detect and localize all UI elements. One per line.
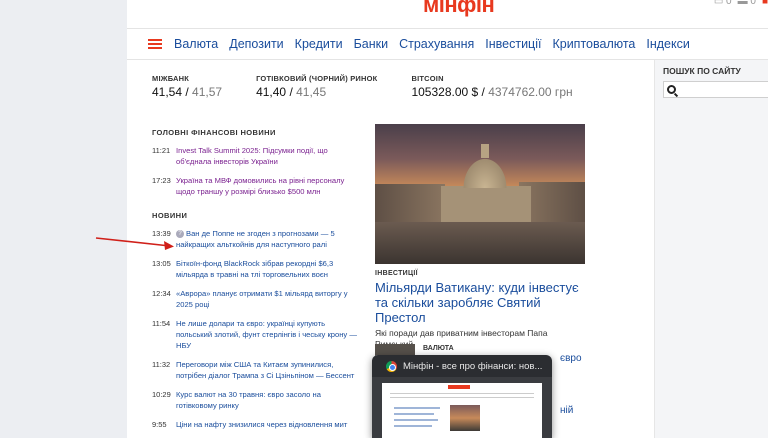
rate-buy: 105328.00 $ bbox=[411, 85, 479, 99]
rate-cash-market[interactable]: ГОТІВКОВИЙ (ЧОРНИЙ) РИНОК 41,40 / 41,45 bbox=[256, 74, 377, 99]
search-label: ПОШУК ПО САЙТУ bbox=[663, 66, 741, 76]
vatican-photo[interactable] bbox=[375, 124, 585, 264]
list-item[interactable]: 17:23 Україна та МВФ домовились на рівні… bbox=[152, 175, 362, 197]
news-headline[interactable]: Ціни на нафту знизилися через відновленн… bbox=[176, 419, 347, 430]
feature-article[interactable]: ІНВЕСТИЦІЇ Мільярди Ватикану: куди інвес… bbox=[375, 124, 585, 350]
list-item[interactable]: 11:32 Переговори між США та Китаєм зупин… bbox=[152, 359, 362, 381]
news-time: 13:05 bbox=[152, 259, 171, 268]
tab-hover-preview[interactable]: Мінфін - все про фінанси: нов... bbox=[372, 355, 552, 438]
mini-divider bbox=[390, 397, 534, 398]
wallet-icon[interactable]: ▭ 0 bbox=[714, 0, 732, 7]
list-item[interactable]: 11:21 Invest Talk Summit 2025: Підсумки … bbox=[152, 145, 362, 167]
nav-item-valuta[interactable]: Валюта bbox=[174, 37, 218, 51]
nav-item-credits[interactable]: Кредити bbox=[295, 37, 343, 51]
chrome-icon bbox=[386, 360, 397, 372]
feature-tag[interactable]: ІНВЕСТИЦІЇ bbox=[375, 270, 585, 277]
news-time: 11:21 bbox=[152, 146, 171, 155]
search-box[interactable] bbox=[663, 81, 768, 98]
mini-text bbox=[394, 425, 432, 427]
news-headline[interactable]: Invest Talk Summit 2025: Підсумки події,… bbox=[176, 145, 362, 167]
bell-icon[interactable]: ■ bbox=[762, 0, 768, 7]
mini-divider bbox=[390, 393, 534, 394]
rate-sell: 41,45 bbox=[296, 85, 327, 99]
news-headline[interactable]: Не лише долари та євро: українці купують… bbox=[176, 318, 362, 351]
news-headline[interactable]: Курс валют на 30 травня: євро засоло на … bbox=[176, 389, 362, 411]
feature-title[interactable]: Мільярди Ватикану: куди інвестує та скіл… bbox=[375, 280, 585, 325]
news-headline[interactable]: Україна та МВФ домовились на рівні персо… bbox=[176, 175, 362, 197]
minfin-logo[interactable]: мінфін bbox=[423, 0, 495, 18]
news-time: 12:34 bbox=[152, 289, 171, 298]
photo-road bbox=[375, 222, 585, 264]
rate-sep: / bbox=[182, 85, 193, 99]
news-time: 11:32 bbox=[152, 360, 171, 369]
nav-item-investments[interactable]: Інвестиції bbox=[485, 37, 541, 51]
news-time: 11:54 bbox=[152, 319, 171, 328]
main-news-title: ГОЛОВНІ ФІНАНСОВІ НОВИНИ bbox=[152, 128, 276, 137]
news-headline[interactable]: Переговори між США та Китаєм зупинилися,… bbox=[176, 359, 362, 381]
chat-icon[interactable]: ▬ 0 bbox=[738, 0, 756, 7]
search-input[interactable] bbox=[678, 84, 764, 95]
list-item[interactable]: 13:05 Біткоїн-фонд BlackRock зібрав реко… bbox=[152, 258, 362, 280]
right-sidebar: ПОШУК ПО САЙТУ bbox=[654, 60, 768, 438]
annotation-arrow bbox=[95, 237, 174, 250]
rate-label: BITCOIN bbox=[411, 74, 444, 83]
nav-item-deposits[interactable]: Депозити bbox=[229, 37, 283, 51]
main-nav: Валюта Депозити Кредити Банки Страхуванн… bbox=[127, 28, 768, 60]
news-headline[interactable]: Біткоїн-фонд BlackRock зібрав рекордні $… bbox=[176, 258, 362, 280]
nav-item-insurance[interactable]: Страхування bbox=[399, 37, 474, 51]
search-icon[interactable] bbox=[667, 85, 676, 94]
photo-lantern bbox=[481, 144, 489, 158]
rate-sell: 4374762.00 грн bbox=[488, 85, 573, 99]
mini-text bbox=[394, 413, 434, 415]
list-item[interactable]: 11:54 Не лише долари та євро: українці к… bbox=[152, 318, 362, 351]
news-time: 10:29 bbox=[152, 390, 171, 399]
news-time: 17:23 bbox=[152, 176, 171, 185]
rate-label: МІЖБАНК bbox=[152, 74, 190, 83]
rate-buy: 41,54 bbox=[152, 85, 183, 99]
tab-preview-title: Мінфін - все про фінанси: нов... bbox=[403, 360, 543, 372]
mini-logo bbox=[448, 385, 470, 389]
rate-sell: 41,57 bbox=[192, 85, 223, 99]
rates-bar: МІЖБАНК 41,54 / 41,57 ГОТІВКОВИЙ (ЧОРНИЙ… bbox=[152, 74, 607, 99]
top-icons: ▭ 0 ▬ 0 ■ bbox=[714, 0, 768, 7]
rate-sep: / bbox=[478, 85, 489, 99]
rate-bitcoin[interactable]: BITCOIN 105328.00 $ / 4374762.00 грн bbox=[411, 74, 572, 99]
tab-preview-bar: Мінфін - все про фінанси: нов... bbox=[372, 355, 552, 377]
tab-preview-body bbox=[372, 377, 552, 438]
secondary-title-fragment[interactable]: ній bbox=[560, 405, 573, 416]
mini-image bbox=[450, 405, 480, 431]
tab-preview-thumbnail bbox=[382, 383, 542, 438]
nav-item-banks[interactable]: Банки bbox=[354, 37, 389, 51]
mini-text bbox=[394, 419, 438, 421]
secondary-title-fragment[interactable]: євро bbox=[560, 353, 582, 364]
rate-buy: 41,40 bbox=[256, 85, 287, 99]
nav-item-crypto[interactable]: Криптовалюта bbox=[552, 37, 635, 51]
nav-item-indices[interactable]: Індекси bbox=[646, 37, 689, 51]
list-item[interactable]: 9:55 Ціни на нафту знизилися через відно… bbox=[152, 419, 362, 430]
photo-facade bbox=[441, 186, 531, 222]
news-headline[interactable]: «Аврора» планує отримати $1 мільярд вито… bbox=[176, 288, 362, 310]
photo-dome bbox=[460, 154, 510, 188]
news-time: 9:55 bbox=[152, 420, 167, 429]
news-title: НОВИНИ bbox=[152, 211, 188, 220]
rate-label: ГОТІВКОВИЙ (ЧОРНИЙ) РИНОК bbox=[256, 74, 378, 83]
list-item[interactable]: 10:29 Курс валют на 30 травня: євро засо… bbox=[152, 389, 362, 411]
list-item[interactable]: 12:34 «Аврора» планує отримати $1 мільяр… bbox=[152, 288, 362, 310]
rate-interbank[interactable]: МІЖБАНК 41,54 / 41,57 bbox=[152, 74, 222, 99]
mini-text bbox=[394, 407, 440, 409]
secondary-tag[interactable]: ВАЛЮТА bbox=[423, 345, 454, 352]
news-column: ГОЛОВНІ ФІНАНСОВІ НОВИНИ 11:21 Invest Ta… bbox=[152, 128, 362, 438]
menu-icon[interactable] bbox=[148, 39, 162, 49]
rate-sep: / bbox=[286, 85, 297, 99]
